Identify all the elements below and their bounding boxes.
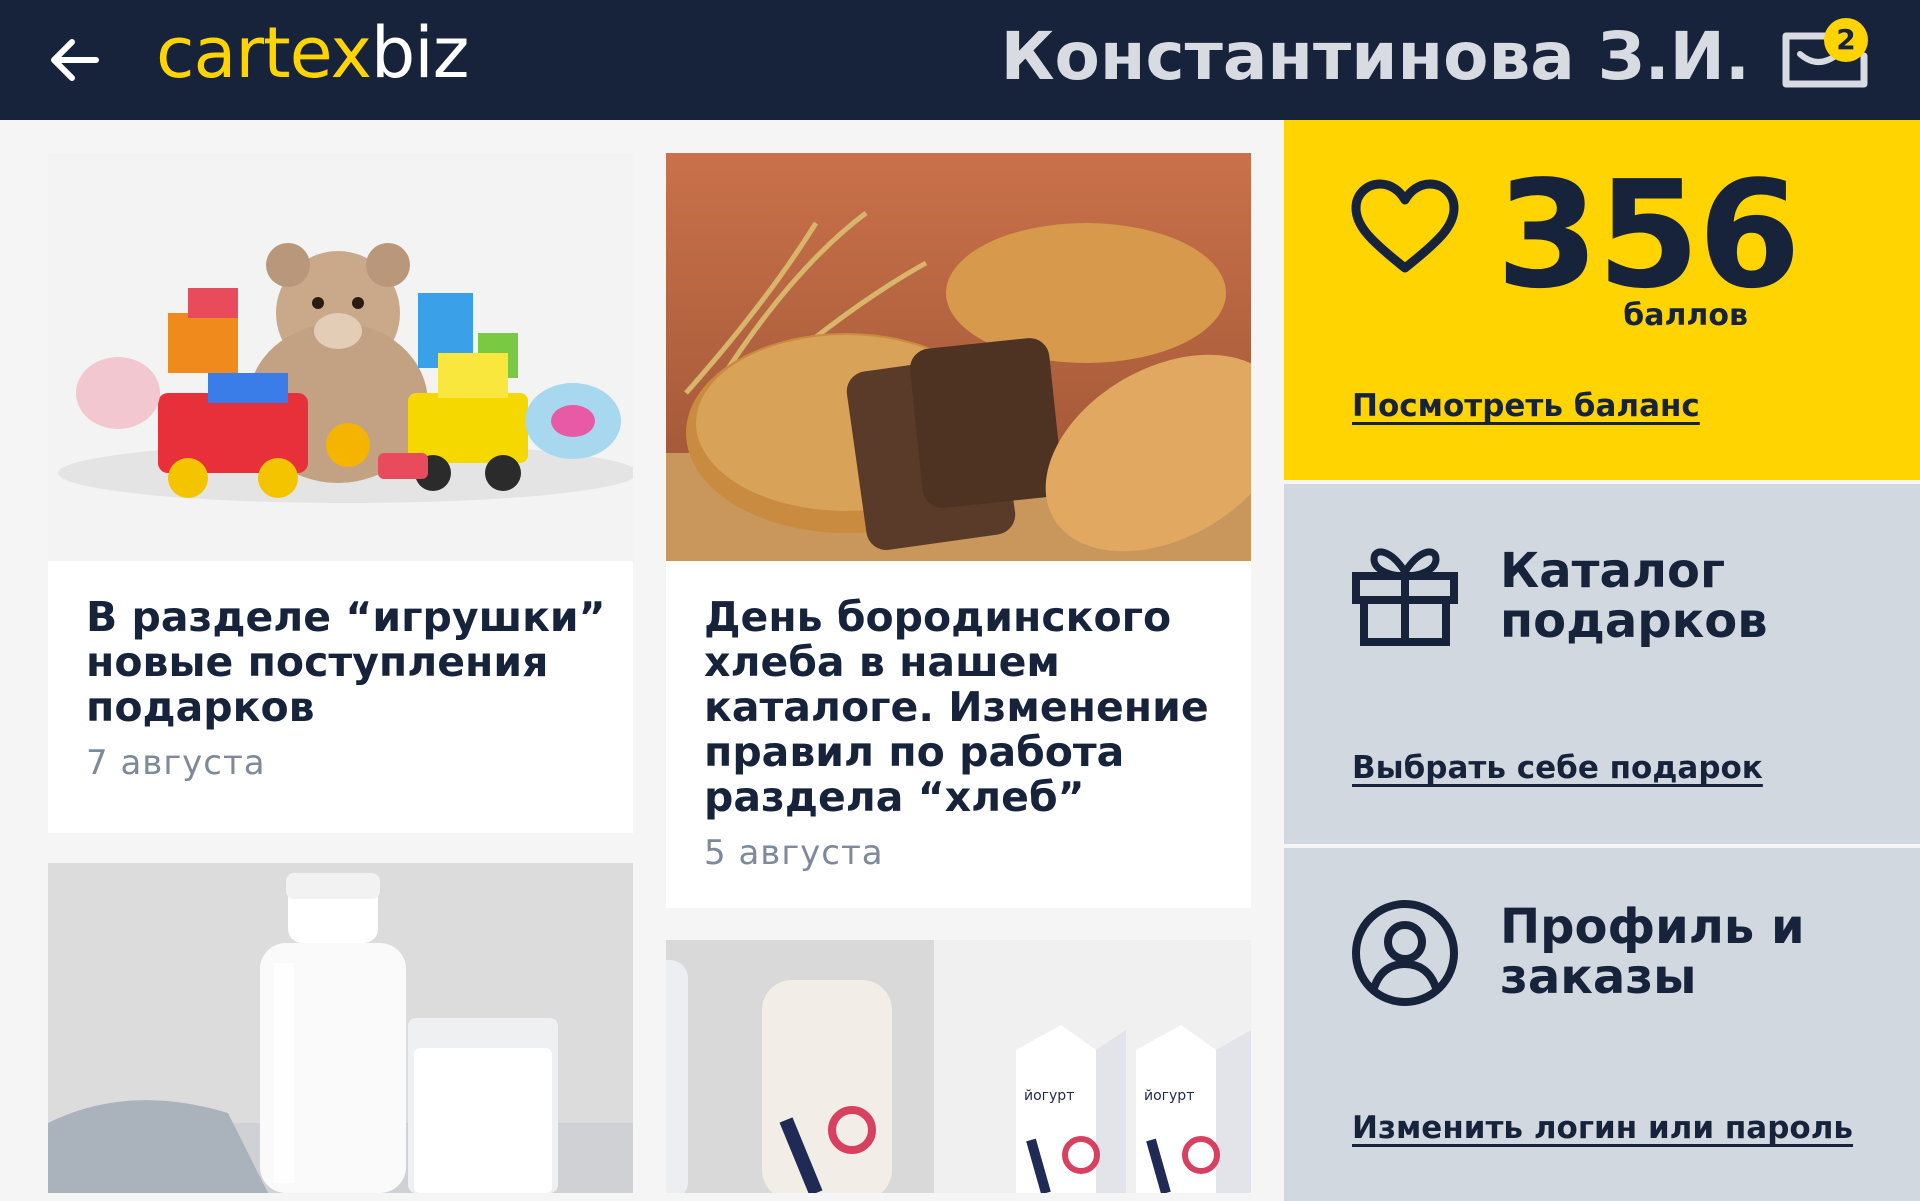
logo[interactable]: cartexbiz xyxy=(156,12,469,94)
heart-icon xyxy=(1351,179,1459,273)
back-arrow-icon[interactable] xyxy=(44,32,104,88)
top-bar: cartexbiz Константинова З.И. 2 xyxy=(0,0,1920,120)
title-line: День бородинского xyxy=(704,593,1172,641)
title-line: Профиль и xyxy=(1500,899,1805,955)
profile-orders-panel[interactable]: Профиль и заказы Изменить логин или паро… xyxy=(1284,848,1920,1201)
news-card-bread[interactable]: День бородинского хлеба в нашем каталоге… xyxy=(666,153,1251,908)
carton-label: йогурт xyxy=(1144,1088,1194,1104)
logo-part-cartex: cartex xyxy=(156,12,372,94)
logo-part-biz: biz xyxy=(370,12,470,94)
news-feed: В разделе “игрушки” новые поступления по… xyxy=(0,120,1284,1201)
news-card-yogurt[interactable]: йогурт йогурт xyxy=(666,940,1251,1193)
title-line: новые поступления xyxy=(86,638,549,686)
toys-illustration xyxy=(48,153,633,561)
profile-orders-title: Профиль и заказы xyxy=(1500,902,1805,1002)
title-line: заказы xyxy=(1500,949,1697,1005)
change-login-password-link[interactable]: Изменить логин или пароль xyxy=(1352,1110,1853,1146)
news-card-milk[interactable] xyxy=(48,863,633,1193)
title-line: хлеба в нашем xyxy=(704,638,1060,686)
points-value: 356 xyxy=(1496,149,1801,321)
gift-icon xyxy=(1352,548,1458,646)
view-balance-link[interactable]: Посмотреть баланс xyxy=(1352,388,1700,424)
user-profile-icon xyxy=(1352,900,1458,1006)
title-line: Каталог xyxy=(1500,543,1726,599)
gift-catalog-title: Каталог подарков xyxy=(1500,546,1768,646)
choose-gift-link[interactable]: Выбрать себе подарок xyxy=(1352,750,1763,786)
points-panel[interactable]: 356 баллов Посмотреть баланс xyxy=(1284,120,1920,480)
sidebar: 356 баллов Посмотреть баланс Каталог под… xyxy=(1284,120,1920,1201)
bread-illustration xyxy=(666,153,1251,561)
title-line: подарков xyxy=(86,683,315,731)
title-line: В разделе “игрушки” xyxy=(86,593,606,641)
news-card-date: 7 августа xyxy=(86,743,266,783)
yogurt-illustration: йогурт йогурт xyxy=(666,940,1251,1193)
title-line: подарков xyxy=(1500,593,1768,649)
yogurt-image: йогурт йогурт xyxy=(666,940,1251,1193)
news-card-date: 5 августа xyxy=(704,833,884,873)
carton-label: йогурт xyxy=(1024,1088,1074,1104)
user-name[interactable]: Константинова З.И. xyxy=(1001,18,1750,95)
bread-image xyxy=(666,153,1251,561)
milk-illustration xyxy=(48,863,633,1193)
toys-image xyxy=(48,153,633,561)
news-card-toys[interactable]: В разделе “игрушки” новые поступления по… xyxy=(48,153,633,833)
news-card-title: День бородинского хлеба в нашем каталоге… xyxy=(704,595,1209,820)
title-line: каталоге. Изменение xyxy=(704,683,1209,731)
news-card-title: В разделе “игрушки” новые поступления по… xyxy=(86,595,606,730)
points-unit: баллов xyxy=(1623,298,1748,333)
cart-count-badge: 2 xyxy=(1824,18,1868,62)
gift-catalog-panel[interactable]: Каталог подарков Выбрать себе подарок xyxy=(1284,484,1920,844)
milk-image xyxy=(48,863,633,1193)
title-line: правил по работа xyxy=(704,728,1125,776)
title-line: раздела “хлеб” xyxy=(704,773,1085,821)
